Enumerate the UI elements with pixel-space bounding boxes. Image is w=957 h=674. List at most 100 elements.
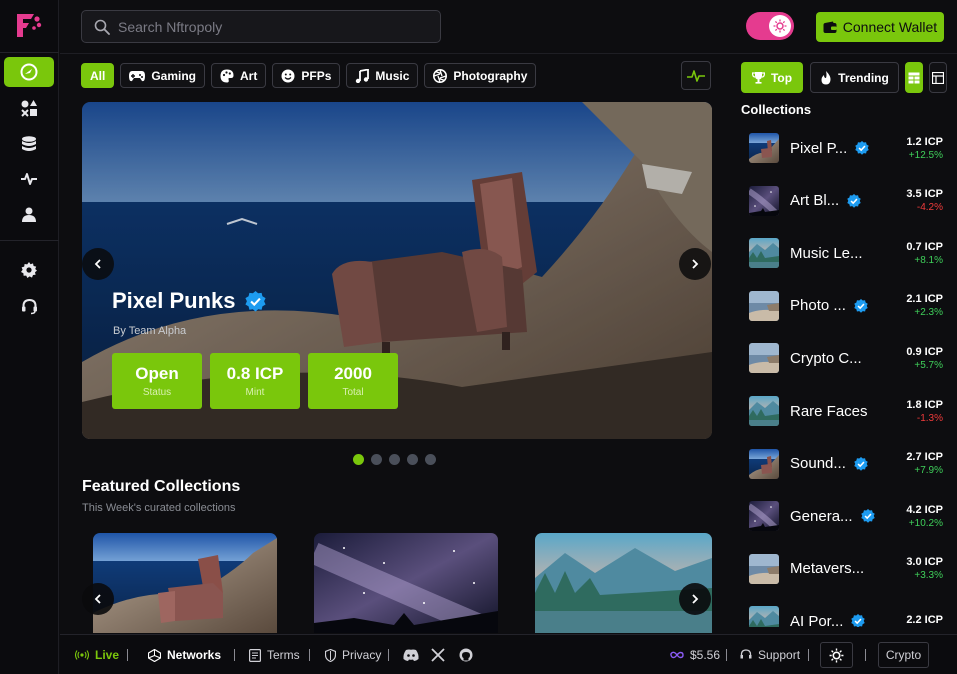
carousel-dot[interactable] [389, 454, 400, 465]
category-chip-gaming[interactable]: Gaming [120, 63, 206, 88]
discord-link[interactable] [403, 635, 419, 674]
collection-row[interactable]: Pixel P... 1.2 ICP +12.5% [741, 122, 957, 174]
theme-toggle[interactable] [746, 12, 794, 40]
compass-icon [20, 63, 38, 81]
nav-profile-button[interactable] [4, 199, 54, 229]
featured-card-image [535, 533, 712, 633]
headset-icon [740, 649, 752, 659]
featured-card[interactable] [93, 533, 277, 633]
collection-name-text: Sound... [790, 455, 846, 473]
collection-price: 0.9 ICP +5.7% [906, 346, 943, 371]
collection-row[interactable]: Crypto C... 0.9 ICP +5.7% [741, 332, 957, 384]
carousel-dot[interactable] [425, 454, 436, 465]
nav-database-button[interactable] [4, 129, 54, 159]
featured-card[interactable] [535, 533, 712, 633]
collection-row[interactable]: Music Le... 0.7 ICP +8.1% [741, 227, 957, 279]
collection-change: +2.3% [914, 307, 943, 319]
shield-icon [325, 648, 336, 662]
terms-link[interactable]: Terms [249, 635, 300, 674]
live-signal-icon [75, 650, 89, 660]
collection-row[interactable]: Art Bl... 3.5 ICP -4.2% [741, 175, 957, 227]
verified-badge-icon [855, 141, 869, 155]
collection-price: 1.2 ICP +12.5% [906, 136, 943, 161]
terms-label: Terms [267, 648, 300, 662]
category-chip-music[interactable]: Music [346, 63, 419, 88]
collection-name-text: Rare Faces [790, 402, 868, 420]
nav-activity-button[interactable] [4, 164, 54, 194]
live-status: Live [75, 635, 119, 674]
collection-floor-price: 0.7 ICP [906, 240, 943, 253]
collection-thumbnail [749, 238, 779, 269]
collections-title: Collections [741, 102, 812, 117]
search-bar[interactable] [81, 10, 441, 43]
category-filter-bar: All Gaming Art PFPs Music Photography [81, 63, 537, 88]
sun-icon [773, 19, 787, 33]
aperture-icon [433, 68, 448, 83]
grid-view-icon [908, 72, 920, 83]
collection-floor-price: 3.5 ICP [906, 188, 943, 201]
icp-price-value: $5.56 [690, 648, 721, 662]
activity-pulse-button[interactable] [681, 61, 711, 90]
hero-prev-button[interactable] [82, 248, 114, 280]
x-twitter-link[interactable] [431, 635, 445, 674]
chip-label: Music [375, 68, 410, 83]
featured-prev-button[interactable] [82, 583, 114, 615]
nav-settings-button[interactable] [4, 255, 54, 285]
collection-name-text: Crypto C... [790, 349, 862, 367]
collection-name-text: Music Le... [790, 244, 863, 262]
connect-wallet-button[interactable]: Connect Wallet [816, 12, 944, 42]
hero-carousel[interactable]: Pixel Punks By Team Alpha Open Status 0.… [82, 102, 712, 439]
app-root: Connect Wallet All Gaming Art [0, 0, 957, 674]
collection-name-text: Art Bl... [790, 192, 840, 210]
featured-next-button[interactable] [679, 583, 711, 615]
category-chip-pfps[interactable]: PFPs [272, 63, 341, 88]
networks-button[interactable]: Networks [148, 635, 221, 674]
collection-row[interactable]: Rare Faces 1.8 ICP -1.3% [741, 385, 957, 437]
collection-name-text: Metavers... [790, 560, 865, 578]
collection-change: +5.7% [914, 359, 943, 371]
grid-view-button[interactable] [905, 62, 923, 93]
category-chip-all[interactable]: All [81, 63, 115, 88]
shapes-icon [21, 100, 37, 117]
carousel-dot[interactable] [371, 454, 382, 465]
collection-name-text: Pixel P... [790, 139, 848, 157]
database-icon [22, 136, 36, 151]
trending-tab-button[interactable]: Trending [810, 62, 899, 93]
collection-row[interactable]: Sound... 2.7 ICP +7.9% [741, 438, 957, 490]
stat-card-status: Open Status [112, 353, 202, 409]
theme-button[interactable] [820, 642, 853, 668]
carousel-dot[interactable] [407, 454, 418, 465]
category-chip-photography[interactable]: Photography [424, 63, 537, 88]
hero-title-text: Pixel Punks [112, 288, 236, 313]
featured-card-image [93, 533, 277, 633]
collection-name-text: Photo ... [790, 297, 846, 315]
collection-floor-price: 2.1 ICP [906, 293, 943, 306]
currency-button[interactable]: Crypto [878, 642, 929, 668]
gear-icon [21, 262, 37, 278]
nftropoly-logo[interactable] [14, 10, 44, 40]
stat-value: 0.8 ICP [226, 364, 284, 383]
nav-explore-button[interactable] [4, 57, 54, 87]
nav-categories-button[interactable] [4, 93, 54, 123]
support-link[interactable]: Support [740, 635, 800, 674]
search-input[interactable] [118, 18, 418, 35]
collection-row[interactable]: Metavers... 3.0 ICP +3.3% [741, 543, 957, 595]
carousel-dot[interactable] [353, 454, 364, 465]
collection-change: +12.5% [908, 149, 943, 161]
collection-row[interactable]: Genera... 4.2 ICP +10.2% [741, 490, 957, 542]
collection-name: Crypto C... [790, 350, 862, 367]
featured-card[interactable] [314, 533, 498, 633]
privacy-link[interactable]: Privacy [325, 635, 381, 674]
collection-row[interactable]: Photo ... 2.1 ICP +2.3% [741, 280, 957, 332]
x-twitter-icon [431, 648, 445, 662]
table-view-button[interactable] [929, 62, 947, 93]
nav-support-button[interactable] [4, 291, 54, 321]
featured-card-image [314, 533, 498, 633]
stat-label: Total [342, 387, 364, 398]
category-chip-art[interactable]: Art [211, 63, 267, 88]
hero-next-button[interactable] [679, 248, 711, 280]
github-link[interactable] [459, 635, 473, 674]
rail-divider [0, 240, 59, 241]
collection-row[interactable]: AI Por... 2.2 ICP [741, 595, 957, 627]
top-tab-button[interactable]: Top [741, 62, 803, 93]
